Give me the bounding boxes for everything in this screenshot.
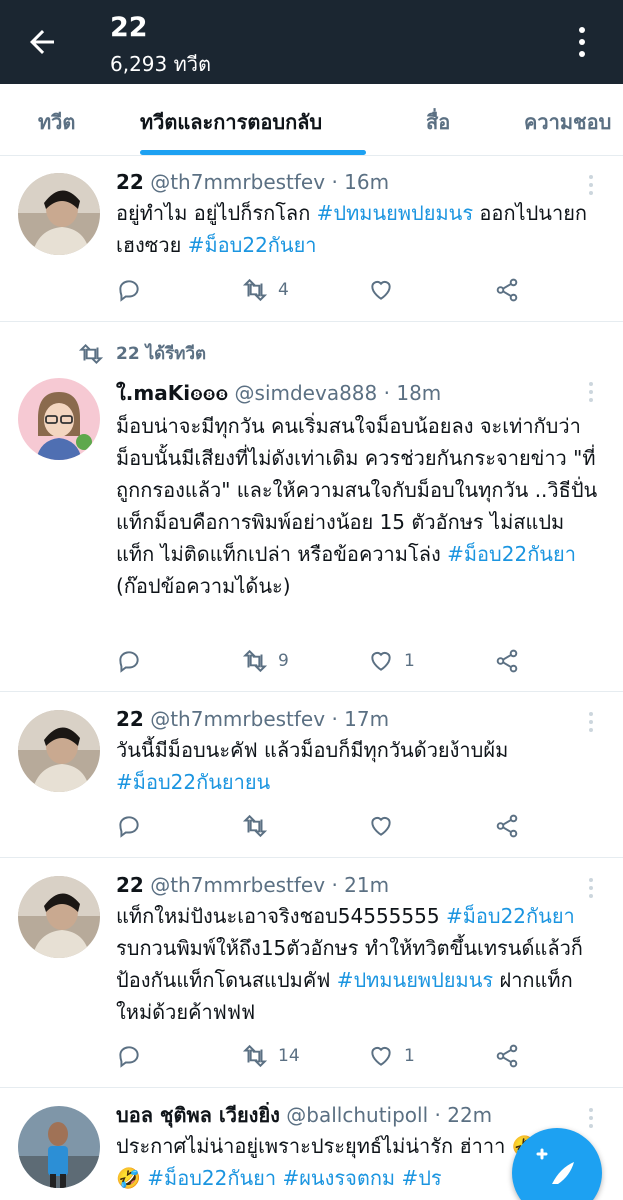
hashtag-link[interactable]: #ม็อบ22กันยา	[188, 233, 317, 257]
hashtag-link[interactable]: #ปทมนยพปยมนร	[317, 201, 473, 225]
username[interactable]: @th7mmrbestfev	[150, 170, 325, 194]
display-name[interactable]: 22	[116, 170, 144, 194]
tab-media[interactable]: สื่อ	[426, 106, 450, 138]
like-count: 1	[404, 651, 415, 671]
hashtag-link[interactable]: #ม็อบ22กันยา	[147, 1166, 276, 1190]
retweet-icon	[78, 343, 104, 364]
username[interactable]: @ballchutipoll	[286, 1103, 428, 1127]
tweet-menu-icon[interactable]	[581, 876, 601, 900]
heart-icon	[371, 816, 391, 836]
profile-tabs: ทวีต ทวีตและการตอบกลับ สื่อ ความชอบ	[0, 84, 623, 156]
retweet-icon	[242, 278, 268, 302]
display-name[interactable]: บอล ชุติพล เวียงยิ่ง	[116, 1103, 280, 1127]
retweet-count: 9	[278, 651, 289, 671]
like-button[interactable]	[368, 275, 404, 305]
hashtag-link[interactable]: #ปทมนยพปยมนร	[337, 968, 493, 992]
timestamp: · 18m	[383, 381, 442, 405]
retweet-icon	[242, 814, 268, 838]
tweet[interactable]: 22 @th7mmrbestfev · 17m วันนี้มีม็อบนะคั…	[0, 692, 623, 858]
top-app-bar: 22 6,293 ทวีต	[0, 0, 623, 84]
hashtag-link[interactable]: #ม็อบ22กันยายน	[116, 770, 270, 794]
compose-icon	[536, 1148, 574, 1184]
retweet-icon	[242, 649, 268, 673]
more-vertical-icon[interactable]	[570, 22, 594, 62]
retweet-count: 14	[278, 1046, 300, 1066]
retweet-icon	[242, 1044, 268, 1068]
tweet-text: ม็อบน่าจะมีทุกวัน คนเริ่มสนใจม็อบน้อยลง …	[116, 414, 598, 598]
retweet-context: 22 ได้รีทวีต	[78, 340, 206, 367]
tweet-count: 6,293 ทวีต	[110, 52, 212, 76]
tweet-menu-icon[interactable]	[581, 710, 601, 734]
reply-button[interactable]	[116, 1041, 142, 1071]
tweet-text: อยู่ทำไม อยู่ไปก็รกโลก #ปทมนยพปยมนร ออกไ…	[116, 201, 588, 257]
back-arrow-icon[interactable]	[24, 24, 60, 60]
hashtag-link[interactable]: #ปร	[401, 1166, 441, 1190]
display-name[interactable]: ใ.maKi❽❽❽	[116, 381, 228, 405]
tweet[interactable]: 22 @th7mmrbestfev · 21m แท็กใหม่ปังนะเอา…	[0, 858, 623, 1088]
active-tab-indicator	[140, 150, 366, 155]
retweeted-by-label[interactable]: 22 ได้รีทวีต	[116, 340, 206, 367]
tweet-text: วันนี้มีม็อบนะคัฟ แล้วม็อบก็มีทุกวันด้วย…	[116, 738, 509, 794]
retweet-button[interactable]	[242, 811, 278, 841]
display-name[interactable]: 22	[116, 707, 144, 731]
tweet[interactable]: 22 @th7mmrbestfev · 16m อยู่ทำไม อยู่ไปก…	[0, 157, 623, 322]
hashtag-link[interactable]: #ม็อบ22กันยา	[446, 904, 575, 928]
reply-icon	[119, 816, 139, 838]
profile-name-title: 22	[110, 12, 148, 43]
compose-tweet-button[interactable]	[512, 1128, 602, 1200]
heart-icon	[371, 280, 391, 300]
avatar[interactable]	[18, 173, 100, 255]
tab-tweets-and-replies[interactable]: ทวีตและการตอบกลับ	[140, 106, 322, 138]
share-button[interactable]	[494, 646, 520, 676]
tweet-menu-icon[interactable]	[581, 380, 601, 404]
avatar[interactable]	[18, 710, 100, 792]
tweet-menu-icon[interactable]	[581, 1106, 601, 1130]
share-icon	[496, 814, 518, 838]
retweet-count: 4	[278, 280, 289, 300]
reply-icon	[119, 280, 139, 302]
avatar[interactable]	[18, 378, 100, 460]
share-icon	[496, 1044, 518, 1068]
reply-button[interactable]	[116, 275, 142, 305]
avatar[interactable]	[18, 876, 100, 958]
reply-icon	[119, 1046, 139, 1068]
reply-icon	[119, 651, 139, 673]
like-button[interactable]: 1	[368, 1041, 415, 1071]
timestamp: · 22m	[434, 1103, 493, 1127]
like-button[interactable]	[368, 811, 404, 841]
retweet-button[interactable]: 4	[242, 275, 289, 305]
tweet-menu-icon[interactable]	[581, 173, 601, 197]
like-count: 1	[404, 1046, 415, 1066]
share-button[interactable]	[494, 275, 520, 305]
heart-icon	[371, 651, 391, 671]
reply-button[interactable]	[116, 646, 142, 676]
heart-icon	[371, 1046, 391, 1066]
timestamp: · 21m	[331, 873, 390, 897]
retweet-button[interactable]: 14	[242, 1041, 300, 1071]
reply-button[interactable]	[116, 811, 142, 841]
like-button[interactable]: 1	[368, 646, 415, 676]
username[interactable]: @th7mmrbestfev	[150, 707, 325, 731]
share-icon	[496, 278, 518, 302]
tweet-text: แท็กใหม่ปังนะเอาจริงชอบ54555555 #ม็อบ22ก…	[116, 904, 583, 1024]
share-button[interactable]	[494, 811, 520, 841]
share-icon	[496, 649, 518, 673]
tab-likes[interactable]: ความชอบ	[524, 106, 611, 138]
retweet-button[interactable]: 9	[242, 646, 289, 676]
tab-tweets[interactable]: ทวีต	[38, 106, 75, 138]
timestamp: · 17m	[331, 707, 390, 731]
display-name[interactable]: 22	[116, 873, 144, 897]
username[interactable]: @th7mmrbestfev	[150, 873, 325, 897]
hashtag-link[interactable]: #ม็อบ22กันยา	[447, 542, 576, 566]
share-button[interactable]	[494, 1041, 520, 1071]
username[interactable]: @simdeva888	[235, 381, 378, 405]
hashtag-link[interactable]: #ผนงรจตกม	[282, 1166, 395, 1190]
timestamp: · 16m	[331, 170, 390, 194]
avatar[interactable]	[18, 1106, 100, 1188]
tweet[interactable]: 22 ได้รีทวีต ใ.maKi❽❽❽ @simdeva888 · 18m…	[0, 322, 623, 692]
